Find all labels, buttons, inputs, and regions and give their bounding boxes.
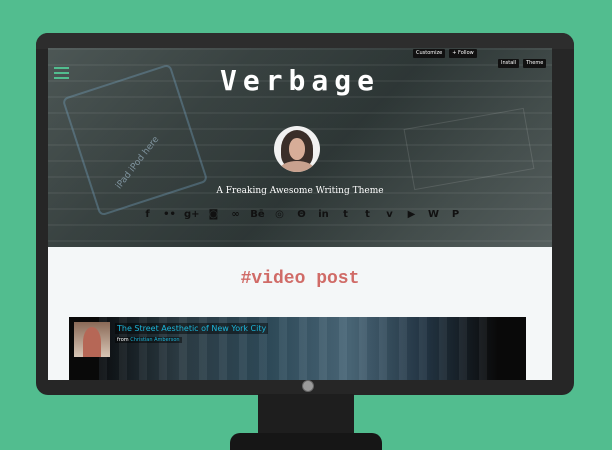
social-icon-row: f •• g+ ◙ ∞ Bē ◎ Θin t t v ▶ W P [140, 207, 463, 222]
video-byline: from Christian Amberson [115, 337, 182, 343]
monitor-stand-base [230, 433, 382, 450]
monitor-top-bezel [36, 33, 574, 49]
screen: iPad iPod here Customize + Follow Instal… [48, 48, 552, 380]
author-figure [83, 327, 101, 357]
instagram-icon[interactable]: ◙ [206, 207, 221, 222]
author-avatar[interactable] [274, 126, 320, 172]
youtube-icon[interactable]: ▶ [404, 207, 419, 222]
follow-button[interactable]: + Follow [449, 49, 477, 58]
tumblr-icon[interactable]: t [338, 207, 353, 222]
dribbble-icon[interactable]: ◎ [272, 207, 287, 222]
monitor-power-button[interactable] [302, 380, 314, 392]
monitor-stand-neck [258, 394, 354, 437]
deviantart-icon[interactable]: Θ [294, 207, 309, 222]
flickr-icon[interactable]: •• [162, 207, 177, 222]
google-plus-icon[interactable]: g+ [184, 207, 200, 222]
top-action-bar: Customize + Follow [413, 49, 477, 58]
vimeo-icon[interactable]: v [382, 207, 397, 222]
wordpress-icon[interactable]: W [426, 207, 441, 222]
avatar-shoulder [280, 161, 314, 172]
pinterest-icon[interactable]: P [448, 207, 463, 222]
lastfm-icon[interactable]: ∞ [228, 207, 243, 222]
site-tagline: A Freaking Awesome Writing Theme [216, 186, 384, 196]
site-title[interactable]: Verbage [48, 64, 552, 97]
post-title[interactable]: #video post [48, 269, 552, 289]
facebook-icon[interactable]: f [140, 207, 155, 222]
video-from-prefix: from [117, 337, 129, 343]
linkedin-icon[interactable]: in [316, 207, 331, 222]
video-title-link[interactable]: The Street Aesthetic of New York City [115, 323, 269, 334]
video-author-thumbnail[interactable] [74, 322, 110, 357]
customize-button[interactable]: Customize [413, 49, 446, 58]
site-header: iPad iPod here Customize + Follow Instal… [48, 48, 552, 247]
video-author-link[interactable]: Christian Amberson [130, 337, 179, 343]
twitter-icon[interactable]: t [360, 207, 375, 222]
behance-icon[interactable]: Bē [250, 207, 265, 222]
video-embed[interactable]: The Street Aesthetic of New York City fr… [69, 317, 526, 380]
avatar-face [289, 138, 305, 160]
